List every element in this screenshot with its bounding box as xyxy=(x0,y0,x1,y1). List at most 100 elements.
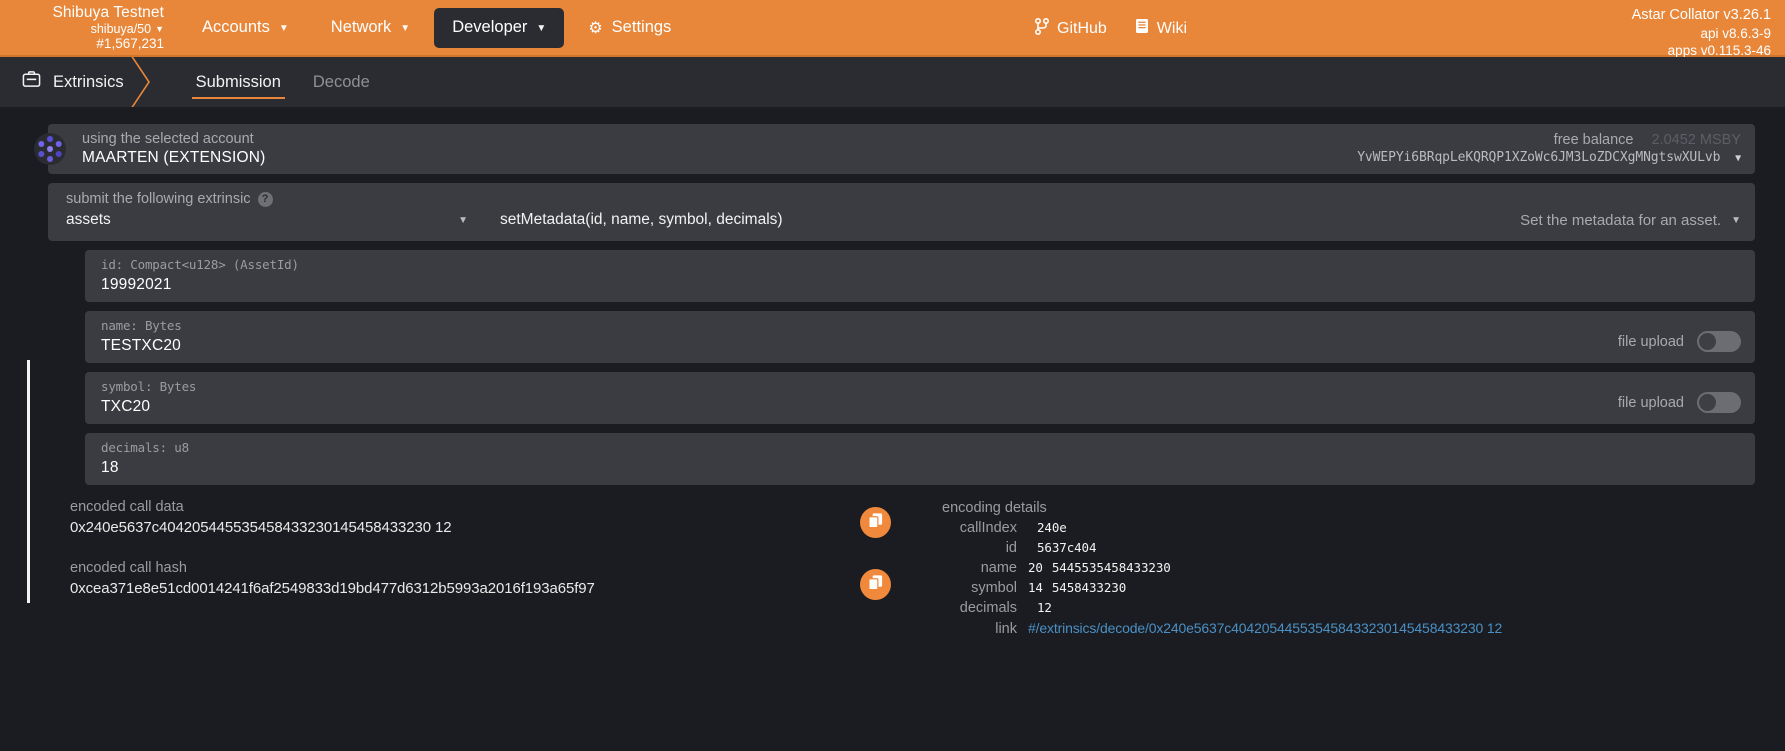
avatar xyxy=(34,133,66,165)
param-symbol-file-upload[interactable]: file upload xyxy=(1618,392,1741,413)
nav-item-developer[interactable]: Developer ▼ xyxy=(434,8,564,48)
detail-len: 20 xyxy=(1028,560,1043,575)
detail-row: symbol 14 5458433230 xyxy=(942,580,1755,596)
param-name-input[interactable]: TESTXC20 xyxy=(101,337,1618,355)
copy-call-hash-button[interactable] xyxy=(860,569,891,600)
file-upload-toggle[interactable] xyxy=(1697,392,1741,413)
detail-value: 240e xyxy=(1037,520,1067,535)
wiki-link[interactable]: Wiki xyxy=(1135,18,1187,39)
encoded-call-data-block: encoded call data 0x240e5637c40420544553… xyxy=(70,499,860,536)
tab-submission[interactable]: Submission xyxy=(180,57,297,107)
github-link[interactable]: GitHub xyxy=(1035,18,1107,40)
file-upload-toggle[interactable] xyxy=(1697,331,1741,352)
nav-item-accounts[interactable]: Accounts ▼ xyxy=(184,8,307,48)
nav-item-settings[interactable]: ⚙ Settings xyxy=(570,8,689,48)
encoded-call-data-label: encoded call data xyxy=(70,499,860,515)
pallet-dropdown[interactable]: assets ▼ xyxy=(66,211,476,229)
free-balance-label: free balance xyxy=(1554,132,1634,148)
chevron-down-icon: ▼ xyxy=(400,23,410,34)
top-navigation-bar: Shibuya Testnet shibuya/50▼ #1,567,231 A… xyxy=(0,0,1785,57)
page-body: using the selected account MAARTEN (EXTE… xyxy=(0,107,1785,637)
copy-buttons xyxy=(860,499,942,637)
encoded-call-hash-block: encoded call hash 0xcea371e8e51cd0014241… xyxy=(70,560,860,597)
encoded-values: encoded call data 0x240e5637c40420544553… xyxy=(70,499,860,637)
toggle-knob xyxy=(1699,394,1716,411)
encoding-details: encoding details callIndex 240e id 5637c… xyxy=(942,499,1755,637)
wiki-link-label: Wiki xyxy=(1157,20,1187,38)
file-upload-label: file upload xyxy=(1618,334,1684,350)
param-name-file-upload[interactable]: file upload xyxy=(1618,331,1741,352)
sub-header: Extrinsics Submission Decode xyxy=(0,57,1785,107)
chevron-down-icon: ▼ xyxy=(155,24,164,34)
param-symbol-input[interactable]: TXC20 xyxy=(101,398,1618,416)
briefcase-icon xyxy=(22,70,41,94)
param-id-input[interactable]: 19992021 xyxy=(101,276,1741,294)
top-external-links: GitHub Wiki xyxy=(1035,0,1187,57)
nav-item-developer-label: Developer xyxy=(452,18,527,37)
detail-value: 12 xyxy=(1037,600,1052,615)
file-upload-label: file upload xyxy=(1618,395,1684,411)
nav-item-network-label: Network xyxy=(331,18,392,37)
detail-key: decimals xyxy=(942,600,1028,616)
collator-version: Astar Collator v3.26.1 xyxy=(1632,6,1771,25)
chevron-down-icon: ▼ xyxy=(536,23,546,34)
chain-selector[interactable]: Shibuya Testnet shibuya/50▼ #1,567,231 xyxy=(0,4,178,50)
encoded-call-hash-value: 0xcea371e8e51cd0014241f6af2549833d19bd47… xyxy=(70,580,860,597)
chain-block-number: #1,567,231 xyxy=(0,36,164,51)
param-symbol-type: symbol: Bytes xyxy=(101,379,1618,394)
detail-row: name 20 5445535458433230 xyxy=(942,560,1755,576)
version-info: Astar Collator v3.26.1 api v8.6.3-9 apps… xyxy=(1632,6,1771,59)
account-address-dropdown[interactable]: YvWEPYi6BRqpLeKQRQP1XZoWc6JM3LoZDCXgMNgt… xyxy=(1357,150,1741,167)
api-version: api v8.6.3-9 xyxy=(1632,25,1771,42)
detail-row-link: link #/extrinsics/decode/0x240e5637c4042… xyxy=(942,620,1755,637)
detail-key: name xyxy=(942,560,1028,576)
detail-key: symbol xyxy=(942,580,1028,596)
detail-row: id 5637c404 xyxy=(942,540,1755,556)
method-value: setMetadata(id, name, symbol, decimals) xyxy=(500,211,783,228)
detail-key: link xyxy=(942,621,1028,637)
param-decimals-input[interactable]: 18 xyxy=(101,459,1741,477)
account-selector-row[interactable]: using the selected account MAARTEN (EXTE… xyxy=(48,124,1755,174)
param-id: id: Compact<u128> (AssetId) 19992021 xyxy=(85,250,1755,302)
detail-row: callIndex 240e xyxy=(942,520,1755,536)
method-doc[interactable]: Set the metadata for an asset. ▼ xyxy=(1520,212,1741,229)
tab-decode-label: Decode xyxy=(313,73,370,92)
chevron-down-icon: ▼ xyxy=(279,23,289,34)
nav-item-settings-label: Settings xyxy=(612,18,672,37)
account-caption: using the selected account xyxy=(82,130,266,148)
detail-len: 14 xyxy=(1028,580,1043,595)
copy-icon xyxy=(867,574,884,596)
encoded-call-data-value: 0x240e5637c40420544553545843323014545843… xyxy=(70,519,860,536)
method-dropdown[interactable]: setMetadata(id, name, symbol, decimals) xyxy=(500,211,783,229)
nav-item-accounts-label: Accounts xyxy=(202,18,270,37)
breadcrumb-label: Extrinsics xyxy=(53,73,124,92)
param-decimals: decimals: u8 18 xyxy=(85,433,1755,485)
book-icon xyxy=(1135,18,1149,39)
nav-item-network[interactable]: Network ▼ xyxy=(313,8,428,48)
copy-icon xyxy=(867,512,884,534)
detail-value: 5637c404 xyxy=(1037,540,1096,555)
encoding-details-title: encoding details xyxy=(942,500,1755,516)
extrinsic-selector-row: submit the following extrinsic ? assets … xyxy=(48,183,1755,241)
detail-value: 5458433230 xyxy=(1052,580,1126,595)
detail-row: decimals 12 xyxy=(942,600,1755,616)
param-id-type: id: Compact<u128> (AssetId) xyxy=(101,257,1741,272)
toggle-knob xyxy=(1699,333,1716,350)
github-link-label: GitHub xyxy=(1057,20,1107,38)
tab-bar: Submission Decode xyxy=(180,57,386,107)
decode-link[interactable]: #/extrinsics/decode/0x240e5637c404205445… xyxy=(1028,620,1502,636)
account-address: YvWEPYi6BRqpLeKQRQP1XZoWc6JM3LoZDCXgMNgt… xyxy=(1357,150,1720,165)
copy-call-data-button[interactable] xyxy=(860,507,891,538)
account-info: using the selected account MAARTEN (EXTE… xyxy=(82,130,266,168)
chevron-down-icon: ▼ xyxy=(458,215,476,226)
detail-key: id xyxy=(942,540,1028,556)
tab-decode[interactable]: Decode xyxy=(297,57,386,107)
parameter-list: id: Compact<u128> (AssetId) 19992021 nam… xyxy=(85,250,1755,485)
chain-spec: shibuya/50▼ xyxy=(0,22,164,36)
free-balance-value: 2.0452 MSBY xyxy=(1652,132,1741,148)
encoded-call-hash-label: encoded call hash xyxy=(70,560,860,576)
detail-value: 5445535458433230 xyxy=(1052,560,1171,575)
breadcrumb: Extrinsics xyxy=(0,57,152,107)
help-icon[interactable]: ? xyxy=(258,192,273,207)
chain-name: Shibuya Testnet xyxy=(0,4,164,21)
